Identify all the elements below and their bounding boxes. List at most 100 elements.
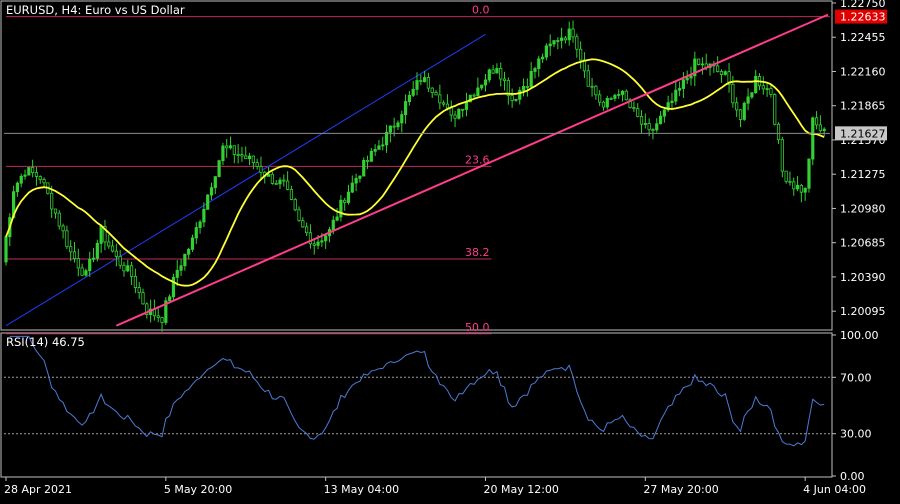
candle-body — [4, 236, 8, 263]
price-axis-label: 1.20390 — [840, 271, 886, 284]
candle-body — [620, 90, 625, 95]
candle-body — [232, 145, 236, 155]
rsi-line — [9, 335, 825, 447]
candle-body — [548, 43, 552, 47]
chart-window: 0.0 23.6 38.2 50.0 1.22750 1.22455 1.22160 1.2… — [0, 0, 900, 500]
candle-body — [529, 71, 533, 87]
current-price-badge-label: 1.21627 — [840, 127, 886, 140]
candle-body — [438, 94, 442, 104]
candle-body — [419, 80, 423, 82]
time-axis-label: 4 Jun 04:00 — [803, 483, 866, 496]
candle-body — [636, 108, 640, 117]
candle-body — [423, 77, 427, 82]
candle-body — [114, 250, 118, 257]
candle-body — [400, 114, 404, 124]
candle-body — [15, 182, 20, 193]
candle-body — [244, 155, 248, 160]
fib-level-label: 38.2 — [465, 246, 490, 259]
candle-body — [814, 117, 819, 126]
candle-body — [510, 95, 514, 101]
candle-body — [354, 177, 358, 184]
candle-body — [202, 208, 206, 223]
trendline — [115, 13, 829, 327]
price-axis-label: 1.22455 — [840, 31, 886, 44]
candle-body — [795, 184, 800, 190]
candle-body — [110, 245, 115, 252]
candle-body — [643, 123, 647, 125]
price-axis-label: 1.20095 — [840, 305, 886, 318]
candle-body — [476, 87, 480, 97]
candle-body — [80, 267, 84, 276]
candle-body — [773, 94, 777, 125]
rsi-axis-label: 30.00 — [840, 428, 872, 441]
chart-canvas[interactable]: 0.023.638.250.0 1.227501.224551.221601.2… — [0, 0, 900, 500]
time-axis-label: 13 May 04:00 — [324, 483, 399, 496]
candle-body — [434, 92, 438, 96]
candle-body — [388, 125, 392, 133]
candle-body — [681, 79, 685, 89]
candle-body — [563, 37, 568, 41]
candle-body — [407, 94, 411, 102]
candle-body — [670, 100, 674, 104]
candle-body — [31, 167, 35, 173]
high-price-badge-label: 1.22633 — [840, 11, 886, 24]
candle-body — [133, 275, 137, 288]
candle-body — [464, 101, 469, 110]
chart-title: EURUSD, H4: Euro vs US Dollar — [6, 3, 185, 17]
candle-body — [719, 71, 724, 75]
candle-body — [769, 88, 773, 95]
candle-body — [613, 94, 617, 99]
candle-body — [84, 270, 88, 276]
candle-body — [502, 78, 507, 81]
candle-body — [594, 85, 598, 96]
candle-body — [95, 242, 99, 259]
candle-body — [350, 182, 354, 193]
candle-body — [571, 28, 575, 38]
candle-body — [187, 248, 191, 255]
candle-body — [206, 194, 210, 210]
candle-body — [168, 296, 172, 302]
candle-body — [274, 183, 278, 185]
candle-body — [99, 225, 103, 244]
candle-body — [624, 90, 628, 101]
moving-average-line — [5, 58, 825, 287]
candle-body — [632, 107, 636, 109]
candle-body — [742, 102, 746, 120]
candle-body — [430, 87, 434, 93]
candle-body — [776, 123, 781, 141]
candle-body — [217, 160, 221, 177]
candle-body — [194, 227, 198, 239]
candle-body — [213, 176, 217, 189]
candle-body — [69, 246, 73, 253]
candle-body — [160, 317, 164, 323]
candle-body — [723, 71, 727, 75]
candle-body — [598, 94, 602, 103]
candle-body — [639, 116, 644, 125]
candle-body — [590, 85, 594, 88]
candle-body — [377, 145, 381, 150]
time-axis-label: 27 May 20:00 — [643, 483, 718, 496]
price-plot: 0.023.638.250.0 — [4, 4, 830, 335]
candle-body — [255, 162, 259, 167]
candle-body — [171, 277, 176, 298]
candle-body — [175, 269, 179, 278]
rsi-axis-label: 70.00 — [840, 371, 872, 384]
candle-body — [556, 40, 560, 42]
price-axis-label: 1.21275 — [840, 168, 886, 181]
price-axis-label: 1.20980 — [840, 202, 886, 215]
candle-body — [289, 188, 294, 200]
candle-body — [601, 101, 606, 108]
candle-body — [445, 103, 450, 109]
candle-body — [335, 216, 339, 221]
candle-body — [107, 241, 111, 247]
candle-body — [343, 199, 347, 203]
candle-body — [480, 84, 484, 89]
candle-body — [803, 187, 807, 193]
candle-body — [34, 172, 39, 177]
candle-body — [735, 102, 739, 111]
candle-body — [533, 68, 537, 72]
candle-body — [738, 109, 743, 120]
rsi-title: RSI(14) 46.75 — [6, 335, 85, 349]
candle-body — [605, 97, 609, 108]
candle-body — [537, 58, 541, 69]
